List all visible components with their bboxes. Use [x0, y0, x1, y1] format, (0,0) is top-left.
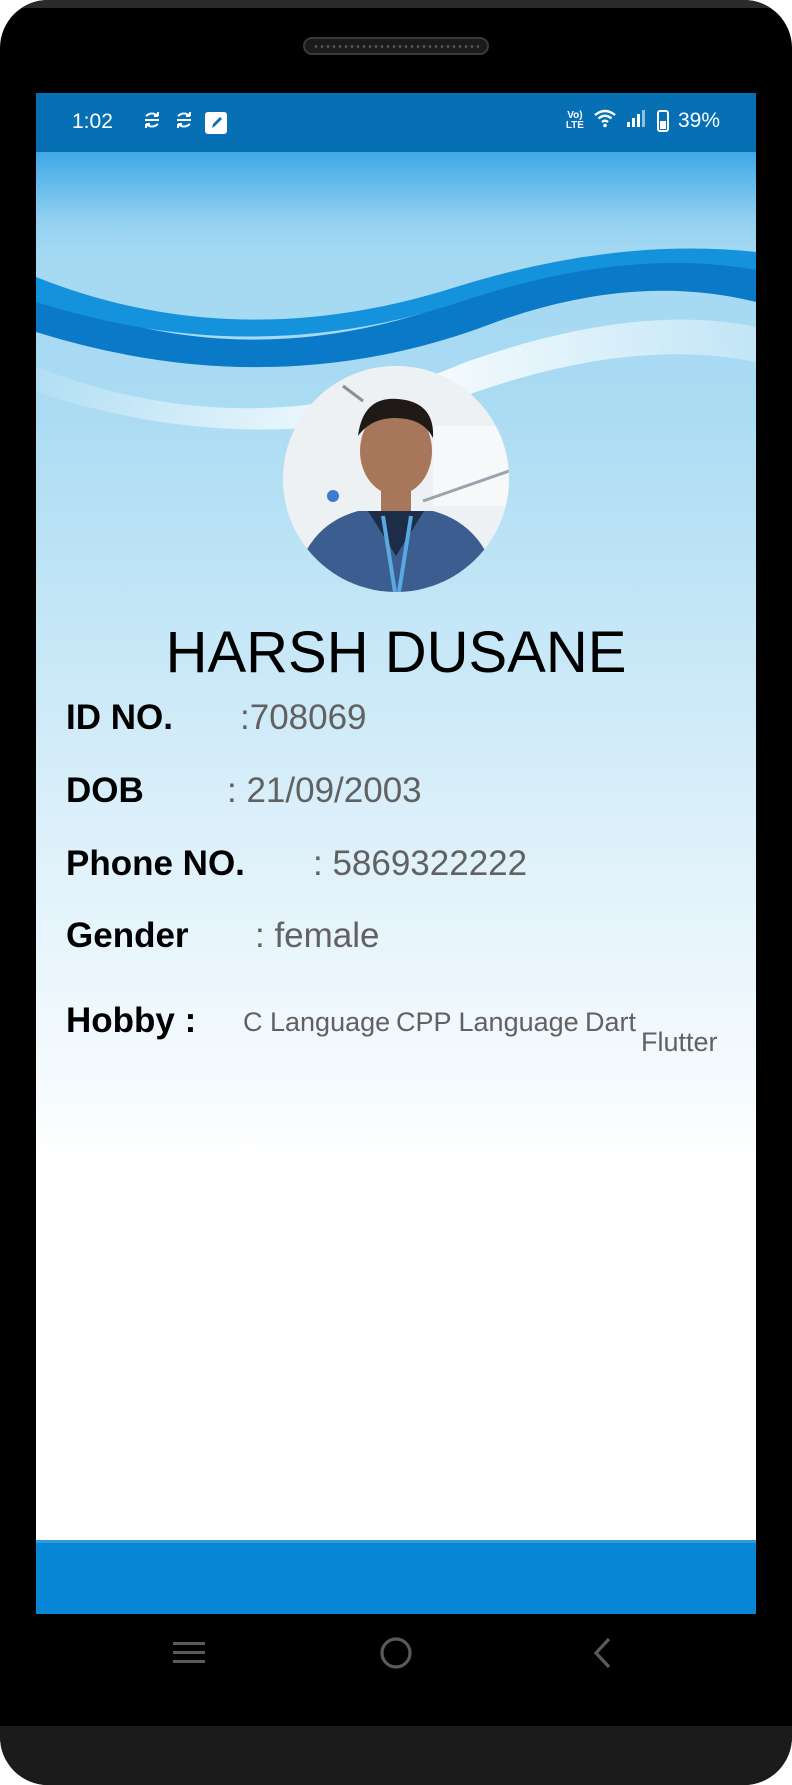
wifi-icon [593, 108, 617, 133]
hobby-item: Dart [585, 1007, 637, 1037]
profile-avatar [283, 366, 509, 592]
status-time: 1:02 [72, 110, 113, 133]
hobby-label: Hobby : [66, 1001, 197, 1040]
dob-label: DOB [66, 771, 144, 810]
earpiece-speaker [303, 37, 489, 55]
dob-value: : 21/09/2003 [227, 771, 422, 810]
status-system-icons: Vo) LTE 39% [566, 108, 720, 133]
phone-label: Phone NO. [66, 844, 245, 883]
gender-label: Gender [66, 916, 189, 955]
phone-chin [0, 1726, 792, 1785]
back-icon[interactable] [573, 1628, 633, 1678]
sync-icon [173, 109, 195, 137]
edit-note-icon [205, 112, 227, 134]
status-bar: 1:02 Vo) LTE 39% [36, 93, 756, 152]
gender-value: : female [255, 916, 380, 955]
signal-icon [626, 108, 648, 133]
id-label: ID NO. [66, 698, 173, 737]
app-screen: 1:02 Vo) LTE 39% HARSH DUSANE ID NO.:70… [36, 93, 756, 1614]
volte-bottom-label: LTE [565, 119, 584, 131]
hobby-item: CPP Language [396, 1007, 579, 1037]
id-value: :708069 [240, 698, 367, 737]
battery-percent: 39% [677, 108, 720, 132]
phone-frame: 1:02 Vo) LTE 39% HARSH DUSANE ID NO.:70… [0, 0, 792, 1785]
profile-name: HARSH DUSANE [165, 620, 627, 685]
bottom-accent-bar [36, 1540, 756, 1614]
battery-charging-icon [656, 109, 669, 132]
home-icon[interactable] [366, 1628, 426, 1678]
hobby-item: Flutter [641, 1027, 718, 1057]
volte-icon: Vo) LTE [565, 110, 584, 131]
recent-apps-icon[interactable] [159, 1628, 219, 1678]
phone-value: : 5869322222 [313, 844, 528, 883]
sync-icon [141, 109, 163, 137]
avatar-photo [283, 366, 509, 592]
status-notification-icons [141, 109, 227, 137]
hobby-item: C Language [243, 1007, 391, 1037]
